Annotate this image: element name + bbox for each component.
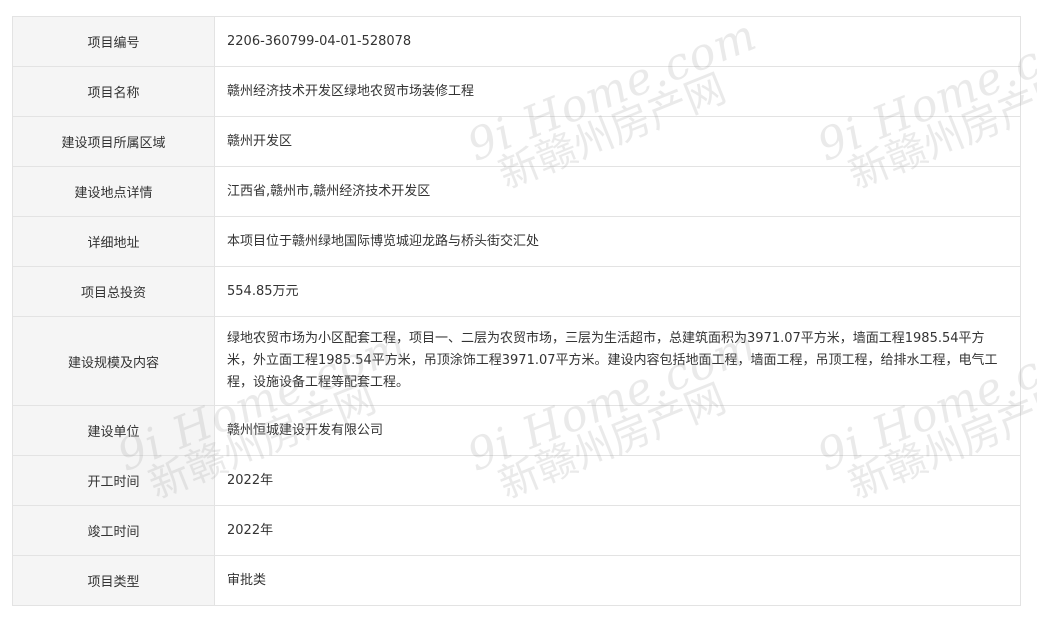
field-label: 开工时间 — [12, 455, 215, 506]
table-row: 开工时间 2022年 — [12, 455, 1021, 506]
table-row: 项目编号 2206-360799-04-01-528078 — [12, 16, 1021, 67]
table-row: 项目总投资 554.85万元 — [12, 266, 1021, 317]
field-value: 赣州恒城建设开发有限公司 — [214, 405, 1021, 456]
field-value: 2022年 — [214, 455, 1021, 506]
field-label: 建设地点详情 — [12, 166, 215, 217]
table-row: 建设地点详情 江西省,赣州市,赣州经济技术开发区 — [12, 166, 1021, 217]
table-row: 建设项目所属区域 赣州开发区 — [12, 116, 1021, 167]
table-row: 竣工时间 2022年 — [12, 505, 1021, 556]
field-label: 竣工时间 — [12, 505, 215, 556]
field-value: 本项目位于赣州绿地国际博览城迎龙路与桥头街交汇处 — [214, 216, 1021, 267]
field-label: 建设规模及内容 — [12, 316, 215, 406]
field-value: 赣州开发区 — [214, 116, 1021, 167]
field-label: 详细地址 — [12, 216, 215, 267]
field-label: 建设项目所属区域 — [12, 116, 215, 167]
field-value: 554.85万元 — [214, 266, 1021, 317]
field-label: 项目名称 — [12, 66, 215, 117]
field-label: 建设单位 — [12, 405, 215, 456]
field-value: 赣州经济技术开发区绿地农贸市场装修工程 — [214, 66, 1021, 117]
field-value: 绿地农贸市场为小区配套工程，项目一、二层为农贸市场，三层为生活超市，总建筑面积为… — [214, 316, 1021, 406]
field-value: 江西省,赣州市,赣州经济技术开发区 — [214, 166, 1021, 217]
table-row: 建设规模及内容 绿地农贸市场为小区配套工程，项目一、二层为农贸市场，三层为生活超… — [12, 316, 1021, 406]
field-value: 2022年 — [214, 505, 1021, 556]
table-row: 项目名称 赣州经济技术开发区绿地农贸市场装修工程 — [12, 66, 1021, 117]
field-label: 项目编号 — [12, 16, 215, 67]
project-info-table: 项目编号 2206-360799-04-01-528078 项目名称 赣州经济技… — [12, 16, 1021, 606]
table-row: 详细地址 本项目位于赣州绿地国际博览城迎龙路与桥头街交汇处 — [12, 216, 1021, 267]
field-label: 项目总投资 — [12, 266, 215, 317]
table-row: 项目类型 审批类 — [12, 555, 1021, 606]
field-label: 项目类型 — [12, 555, 215, 606]
field-value: 审批类 — [214, 555, 1021, 606]
field-value: 2206-360799-04-01-528078 — [214, 16, 1021, 67]
table-row: 建设单位 赣州恒城建设开发有限公司 — [12, 405, 1021, 456]
